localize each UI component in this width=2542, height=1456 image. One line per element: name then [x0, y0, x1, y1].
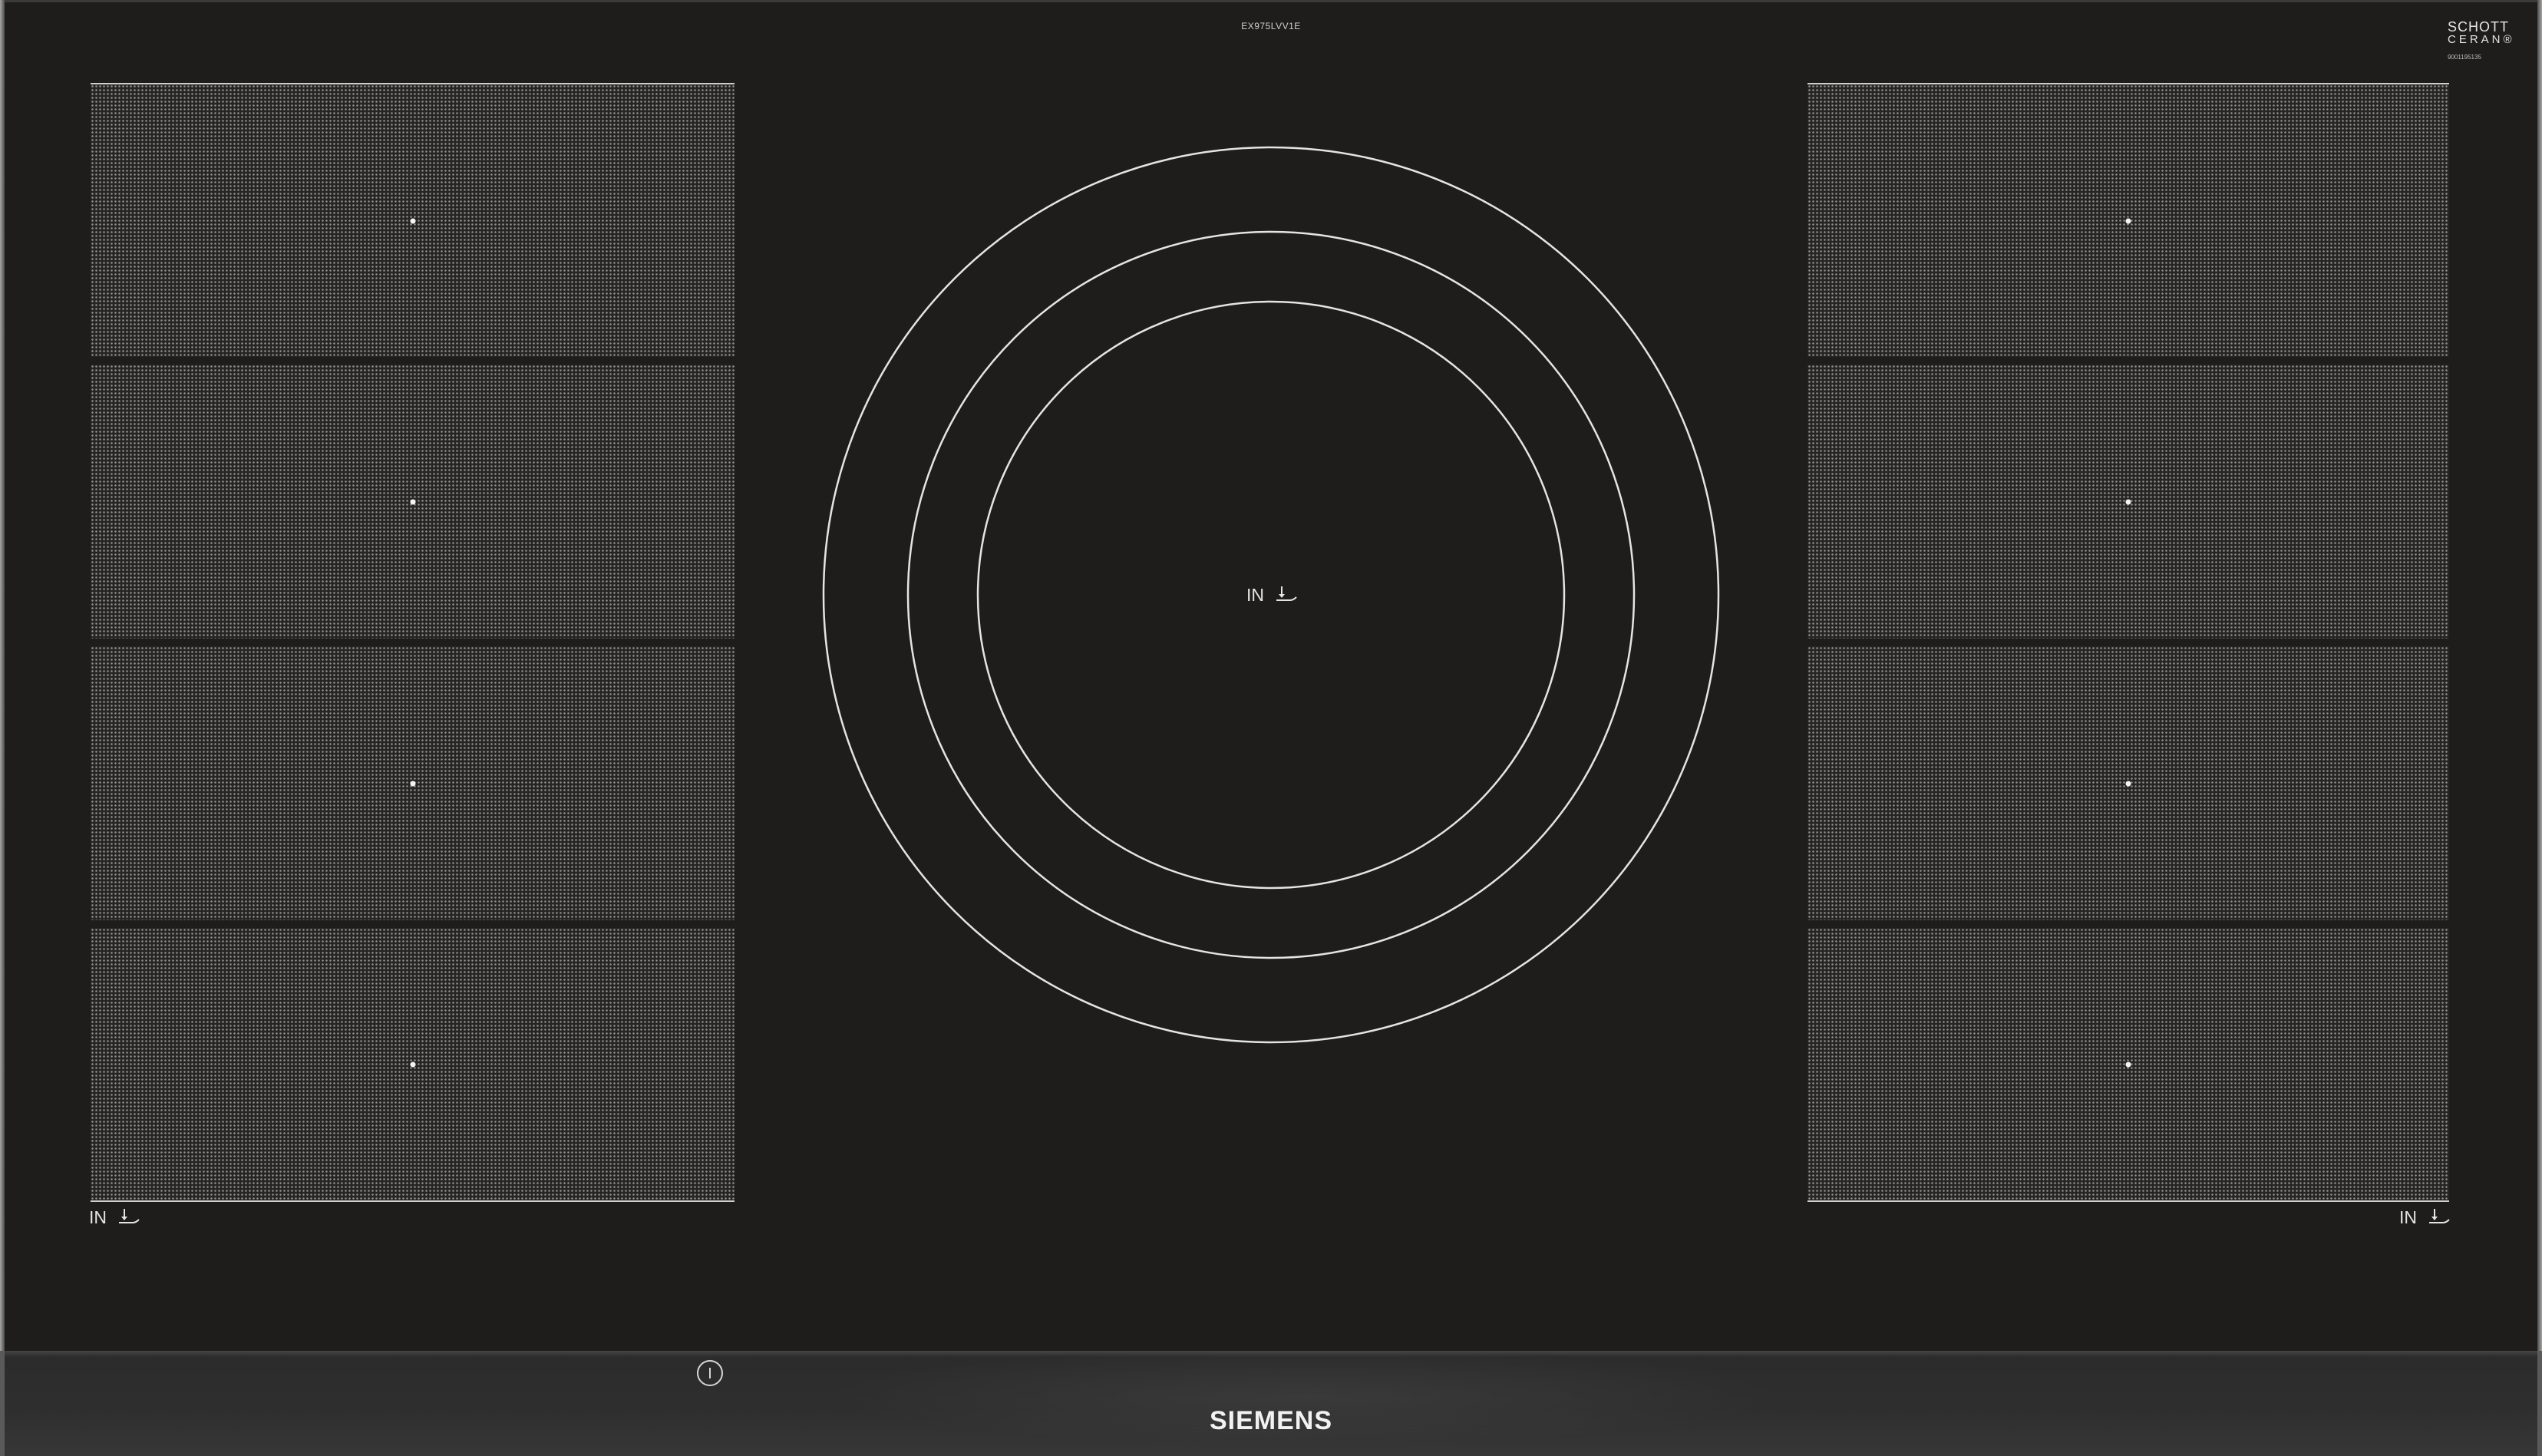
- cooking-zone-right-2: [1807, 365, 2449, 639]
- frame-edge-top: [0, 0, 2542, 2]
- induction-symbol-icon: [1276, 586, 1297, 601]
- zone-center-mark: [410, 1061, 415, 1067]
- zone-center-mark: [2125, 499, 2131, 504]
- schott-logo-text: SCHOTT: [2448, 19, 2509, 35]
- zone-center-mark: [2125, 218, 2131, 223]
- power-button[interactable]: [697, 1360, 723, 1386]
- ceran-logo-text: CERAN®: [2448, 33, 2515, 46]
- left-area-induction-marking: IN: [89, 1207, 140, 1227]
- glass-code-text: 9001195135: [2448, 54, 2481, 61]
- induction-label: IN: [89, 1207, 107, 1227]
- cooking-zone-right-4: [1807, 928, 2449, 1202]
- zone-center-mark: [2125, 1061, 2131, 1067]
- induction-symbol-icon: [2429, 1209, 2450, 1223]
- induction-symbol-icon: [119, 1209, 140, 1223]
- cooking-zone-right-3: [1807, 646, 2449, 920]
- induction-cooktop: EX975LVV1E SCHOTT CERAN® 9001195135 IN I…: [0, 0, 2542, 1456]
- zone-center-mark: [410, 499, 415, 504]
- power-icon-line: [709, 1368, 711, 1378]
- cooking-zone-left-1: [91, 83, 735, 357]
- induction-label: IN: [2399, 1207, 2417, 1227]
- frame-edge-left-lower: [0, 1351, 5, 1456]
- cooking-zone-left-4: [91, 928, 735, 1202]
- frame-edge-left: [0, 0, 5, 1351]
- center-zone-induction-marking: IN: [1246, 585, 1298, 605]
- cooking-zone-left-2: [91, 365, 735, 639]
- induction-label: IN: [1246, 585, 1264, 605]
- cooking-zone-left-3: [91, 646, 735, 920]
- frame-edge-right-lower: [2537, 1351, 2542, 1456]
- zone-center-mark: [410, 218, 415, 223]
- zone-center-mark: [410, 781, 415, 786]
- schott-ceran-logo: SCHOTT CERAN® 9001195135: [2448, 19, 2524, 61]
- left-flex-cooking-area: [91, 83, 735, 1202]
- cooking-zone-right-1: [1807, 83, 2449, 357]
- right-flex-cooking-area: [1807, 83, 2449, 1202]
- control-panel: SIEMENS: [0, 1351, 2542, 1456]
- siemens-logo: SIEMENS: [1209, 1406, 1333, 1435]
- frame-edge-right: [2537, 0, 2542, 1351]
- right-area-induction-marking: IN: [2399, 1207, 2451, 1227]
- zone-center-mark: [2125, 781, 2131, 786]
- model-number: EX975LVV1E: [1241, 21, 1301, 31]
